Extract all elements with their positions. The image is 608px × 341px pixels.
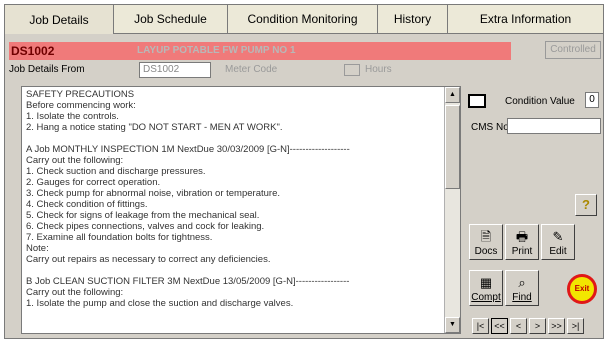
tab-job-schedule[interactable]: Job Schedule xyxy=(114,4,228,34)
docs-icon: 🗎 xyxy=(480,229,492,244)
text-line: SAFETY PRECAUTIONS xyxy=(26,89,135,100)
tab-condition-monitoring[interactable]: Condition Monitoring xyxy=(228,4,378,34)
tab-job-details[interactable]: Job Details xyxy=(4,4,114,35)
printer-icon: 🖶 xyxy=(515,229,529,244)
scroll-thumb[interactable] xyxy=(445,105,460,189)
text-line: Carry out repairs as necessary to correc… xyxy=(26,254,271,265)
text-line: 5. Check for signs of leakage from the m… xyxy=(26,210,260,221)
text-line: A Job MONTHLY INSPECTION 1M NextDue 30/0… xyxy=(26,144,350,155)
hours-label: Hours xyxy=(365,64,392,75)
tab-bar: Job Details Job Schedule Condition Monit… xyxy=(4,4,604,35)
text-line: Carry out the following: xyxy=(26,287,124,298)
job-details-text: SAFETY PRECAUTIONS Before commencing work… xyxy=(26,89,444,309)
scroll-up-icon[interactable]: ▲ xyxy=(445,87,460,103)
job-name: LAYUP POTABLE FW PUMP NO 1 xyxy=(131,42,511,60)
text-line: 2. Hang a notice stating "DO NOT START -… xyxy=(26,122,283,133)
text-line xyxy=(26,265,444,276)
job-details-from-field[interactable]: DS1002 xyxy=(139,62,211,78)
edit-icon: ✎ xyxy=(552,229,564,244)
record-navigator: |< << < > >> >| xyxy=(472,318,584,334)
help-button[interactable]: ? xyxy=(575,194,597,216)
controlled-indicator: Controlled xyxy=(545,41,601,59)
job-code: DS1002 xyxy=(9,42,131,60)
text-line: Before commencing work: xyxy=(26,100,136,111)
previous-page-button[interactable]: << xyxy=(491,318,508,334)
find-button[interactable]: ⌕ Find xyxy=(505,270,539,306)
job-details-panel: DS1002 LAYUP POTABLE FW PUMP NO 1 Contro… xyxy=(4,34,604,339)
tab-history[interactable]: History xyxy=(378,4,448,34)
condition-value-label: Condition Value xyxy=(505,96,575,107)
text-line: B Job CLEAN SUCTION FILTER 3M NextDue 13… xyxy=(26,276,350,287)
text-line: 6. Check pipes connections, valves and c… xyxy=(26,221,265,232)
tab-extra-information[interactable]: Extra Information xyxy=(448,4,604,34)
condition-value-checkbox[interactable] xyxy=(468,94,486,108)
cms-no-field[interactable] xyxy=(507,118,601,134)
scroll-down-icon[interactable]: ▼ xyxy=(445,317,460,333)
compt-button[interactable]: ▦ Compt xyxy=(469,270,503,306)
component-icon: ▦ xyxy=(479,275,493,290)
cms-no-label: CMS No xyxy=(471,122,509,133)
meter-code-label: Meter Code xyxy=(225,64,278,75)
text-line: 2. Gauges for correct operation. xyxy=(26,177,161,188)
text-line: 3. Check pump for abnormal noise, vibrat… xyxy=(26,188,280,199)
previous-record-button[interactable]: < xyxy=(510,318,527,334)
text-line: Note: xyxy=(26,243,49,254)
next-page-button[interactable]: >> xyxy=(548,318,565,334)
text-line: 4. Check condition of fittings. xyxy=(26,199,148,210)
next-record-button[interactable]: > xyxy=(529,318,546,334)
text-line: Carry out the following: xyxy=(26,155,124,166)
job-details-textarea[interactable]: SAFETY PRECAUTIONS Before commencing work… xyxy=(21,86,461,334)
text-line: 1. Isolate the controls. xyxy=(26,111,119,122)
first-record-button[interactable]: |< xyxy=(472,318,489,334)
exit-button[interactable]: Exit xyxy=(567,274,597,304)
hours-field[interactable] xyxy=(344,64,360,76)
tab-condition-monitoring-label: Condition Monitoring xyxy=(247,12,358,26)
tab-extra-information-label: Extra Information xyxy=(479,12,572,26)
edit-button[interactable]: ✎ Edit xyxy=(541,224,575,260)
docs-button[interactable]: 🗎 Docs xyxy=(469,224,503,260)
last-record-button[interactable]: >| xyxy=(567,318,584,334)
text-line: 7. Examine all foundation bolts for tigh… xyxy=(26,232,213,243)
text-line xyxy=(26,133,444,144)
job-details-from-label: Job Details From xyxy=(9,64,85,75)
binoculars-icon: ⌕ xyxy=(518,275,526,290)
condition-value-field[interactable]: 0 xyxy=(585,92,599,108)
vertical-scrollbar[interactable]: ▲ ▼ xyxy=(444,87,460,333)
text-line: 1. Isolate the pump and close the suctio… xyxy=(26,298,294,309)
tab-job-schedule-label: Job Schedule xyxy=(134,12,207,26)
text-line: 1. Check suction and discharge pressures… xyxy=(26,166,206,177)
print-button[interactable]: 🖶 Print xyxy=(505,224,539,260)
